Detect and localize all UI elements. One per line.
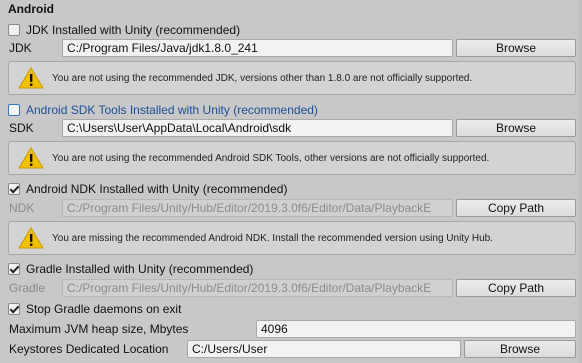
sdk-field-label: SDK	[9, 121, 34, 135]
stop-gradle-toggle[interactable]: Stop Gradle daemons on exit	[8, 301, 181, 317]
ndk-installed-checkbox[interactable]	[8, 183, 20, 195]
ndk-installed-toggle[interactable]: Android NDK Installed with Unity (recomm…	[8, 181, 287, 197]
sdk-installed-label: Android SDK Tools Installed with Unity (…	[26, 103, 318, 117]
jdk-installed-label: JDK Installed with Unity (recommended)	[26, 23, 241, 37]
sdk-path-field[interactable]: C:\Users\User\AppData\Local\Android\sdk	[62, 119, 453, 137]
sdk-browse-button[interactable]: Browse	[456, 119, 576, 137]
jdk-installed-toggle[interactable]: JDK Installed with Unity (recommended)	[8, 22, 240, 38]
jdk-field-label: JDK	[9, 41, 32, 55]
ndk-field-label: NDK	[9, 201, 35, 215]
jdk-browse-button[interactable]: Browse	[456, 39, 576, 57]
ndk-warning-text: You are missing the recommended Android …	[52, 232, 493, 244]
sdk-installed-checkbox[interactable]	[8, 104, 20, 116]
sdk-warning-text: You are not using the recommended Androi…	[52, 152, 490, 164]
ndk-path-field: C:/Program Files/Unity/Hub/Editor/2019.3…	[62, 199, 453, 217]
keystores-path-field[interactable]: C:/Users/User	[187, 340, 461, 358]
warning-icon	[18, 67, 44, 89]
section-title-android: Android	[8, 2, 54, 16]
jdk-path-field[interactable]: C:/Program Files/Java/jdk1.8.0_241	[62, 39, 453, 57]
sdk-warning-box: You are not using the recommended Androi…	[8, 141, 576, 175]
keystores-label: Keystores Dedicated Location	[9, 342, 169, 356]
gradle-installed-label: Gradle Installed with Unity (recommended…	[26, 262, 254, 276]
stop-gradle-label: Stop Gradle daemons on exit	[26, 302, 182, 316]
gradle-path-field: C:/Program Files/Unity/Hub/Editor/2019.3…	[62, 279, 453, 297]
jvm-heap-input[interactable]: 4096	[256, 320, 576, 338]
scroll-gutter	[578, 0, 582, 363]
sdk-installed-toggle[interactable]: Android SDK Tools Installed with Unity (…	[8, 102, 318, 118]
ndk-installed-label: Android NDK Installed with Unity (recomm…	[26, 182, 288, 196]
gradle-installed-toggle[interactable]: Gradle Installed with Unity (recommended…	[8, 261, 253, 277]
warning-icon	[18, 227, 44, 249]
warning-icon	[18, 147, 44, 169]
stop-gradle-checkbox[interactable]	[8, 303, 20, 315]
jdk-installed-checkbox[interactable]	[8, 24, 20, 36]
jdk-warning-text: You are not using the recommended JDK, v…	[52, 72, 473, 84]
ndk-copy-path-button[interactable]: Copy Path	[456, 199, 576, 217]
ndk-warning-box: You are missing the recommended Android …	[8, 221, 576, 255]
jdk-warning-box: You are not using the recommended JDK, v…	[8, 61, 576, 95]
gradle-copy-path-button[interactable]: Copy Path	[456, 279, 576, 297]
gradle-installed-checkbox[interactable]	[8, 263, 20, 275]
keystores-browse-button[interactable]: Browse	[464, 340, 576, 358]
jvm-heap-label: Maximum JVM heap size, Mbytes	[9, 322, 189, 336]
gradle-field-label: Gradle	[9, 281, 46, 295]
